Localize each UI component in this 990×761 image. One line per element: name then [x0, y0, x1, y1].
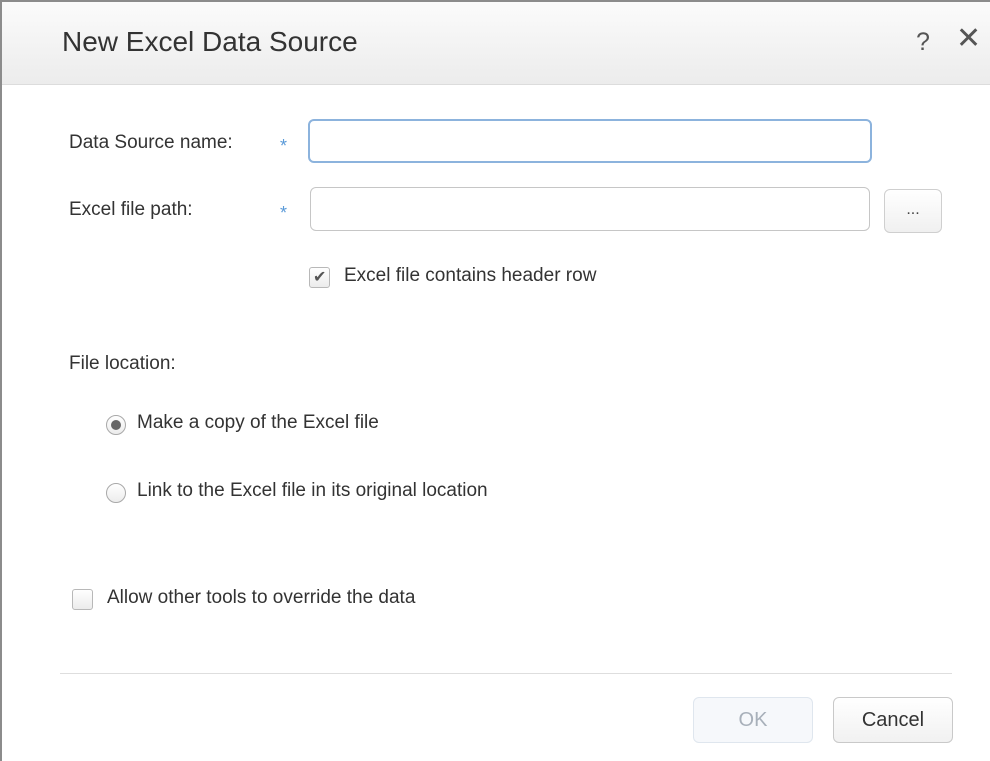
file-location-label: File location: — [69, 353, 176, 374]
radio-selected-dot-icon — [111, 420, 121, 430]
browse-button[interactable]: ... — [884, 189, 942, 233]
footer-divider — [60, 673, 952, 674]
ok-button[interactable]: OK — [693, 697, 813, 743]
link-original-radio[interactable] — [106, 483, 126, 503]
dialog-title-bar: New Excel Data Source ? ✕ — [2, 2, 990, 85]
checkmark-icon: ✔ — [313, 269, 327, 286]
cancel-button[interactable]: Cancel — [833, 697, 953, 743]
dialog-title: New Excel Data Source — [62, 26, 358, 57]
excel-file-path-label: Excel file path: — [69, 199, 193, 220]
link-original-label: Link to the Excel file in its original l… — [137, 480, 488, 501]
allow-override-label: Allow other tools to override the data — [107, 587, 416, 608]
excel-file-path-input[interactable] — [310, 187, 870, 231]
new-excel-data-source-dialog: New Excel Data Source ? ✕ Data Source na… — [0, 0, 990, 761]
required-star-icon: * — [280, 136, 288, 156]
required-star-icon: * — [280, 203, 288, 223]
make-copy-label: Make a copy of the Excel file — [137, 412, 379, 433]
help-icon[interactable]: ? — [916, 28, 930, 57]
allow-override-checkbox[interactable] — [72, 589, 93, 610]
make-copy-radio[interactable] — [106, 415, 126, 435]
header-row-checkbox[interactable]: ✔ — [309, 267, 330, 288]
data-source-name-input[interactable] — [308, 119, 872, 163]
header-row-label: Excel file contains header row — [344, 265, 597, 286]
data-source-name-label: Data Source name: — [69, 132, 233, 153]
close-icon[interactable]: ✕ — [956, 24, 981, 54]
